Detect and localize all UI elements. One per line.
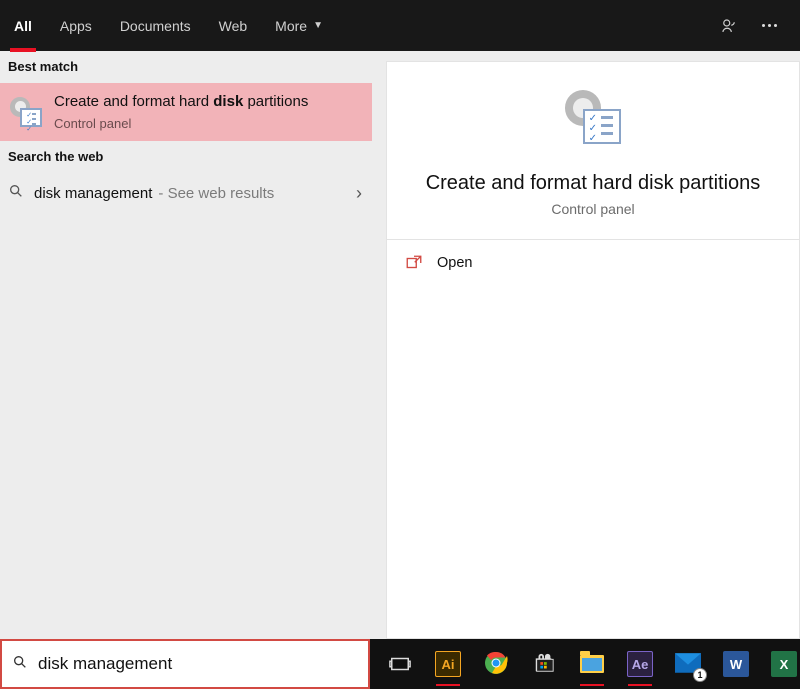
tab-label: All (14, 18, 32, 34)
preview-title: Create and format hard disk partitions (426, 172, 761, 195)
tab-label: Apps (60, 18, 92, 34)
tab-label: More (275, 18, 307, 34)
rewards-icon[interactable] (720, 17, 738, 35)
search-input[interactable] (38, 654, 358, 674)
illustrator-icon[interactable]: Ai (432, 648, 464, 680)
title-part: Create and format hard (54, 93, 213, 110)
search-box[interactable] (0, 639, 370, 689)
scope-tabs: All Apps Documents Web More ▼ (0, 0, 337, 51)
topbar-right (720, 17, 800, 35)
chevron-right-icon: › (356, 183, 362, 204)
chrome-icon[interactable] (480, 648, 512, 680)
search-icon (8, 183, 24, 204)
bottom-strip: Ai Ae 1 W X (0, 639, 800, 689)
web-result-text: disk management - See web results (34, 185, 346, 202)
title-bold: disk (213, 93, 243, 110)
best-match-result[interactable]: ✓✓✓ Create and format hard disk partitio… (0, 83, 372, 141)
disk-partitions-icon: ✓✓✓ (561, 90, 625, 154)
tab-label: Web (219, 18, 248, 34)
disk-partitions-icon: ✓✓✓ (6, 93, 44, 131)
mail-badge: 1 (693, 668, 707, 682)
tab-label: Documents (120, 18, 191, 34)
result-subtitle: Control panel (54, 116, 364, 131)
tab-all[interactable]: All (0, 0, 46, 51)
tab-more[interactable]: More ▼ (261, 0, 337, 51)
result-title: Create and format hard disk partitions (54, 93, 364, 112)
search-icon (12, 654, 28, 675)
results-pane: Best match ✓✓✓ Create and format hard di… (0, 51, 372, 639)
web-result[interactable]: disk management - See web results › (0, 173, 372, 214)
after-effects-icon[interactable]: Ae (624, 648, 656, 680)
pane-gap (372, 51, 386, 639)
preview-subtitle: Control panel (551, 201, 634, 217)
tab-web[interactable]: Web (205, 0, 262, 51)
search-the-web-header: Search the web (0, 141, 372, 173)
best-match-header: Best match (0, 51, 372, 83)
web-hint: - See web results (158, 185, 274, 202)
search-body: Best match ✓✓✓ Create and format hard di… (0, 51, 800, 639)
web-term: disk management (34, 185, 152, 202)
open-action[interactable]: Open (387, 240, 799, 286)
preview-actions: Open (386, 240, 800, 639)
tab-documents[interactable]: Documents (106, 0, 205, 51)
word-icon[interactable]: W (720, 648, 752, 680)
result-text: Create and format hard disk partitions C… (54, 93, 364, 131)
search-scope-bar: All Apps Documents Web More ▼ (0, 0, 800, 51)
preview-pane: ✓✓✓ Create and format hard disk partitio… (386, 51, 800, 639)
mail-icon[interactable]: 1 (672, 648, 704, 680)
chevron-down-icon: ▼ (313, 20, 323, 31)
more-options-icon[interactable] (760, 17, 778, 35)
open-icon (405, 254, 423, 272)
action-label: Open (437, 255, 472, 271)
preview-card: ✓✓✓ Create and format hard disk partitio… (386, 61, 800, 240)
store-icon[interactable] (528, 648, 560, 680)
title-part: partitions (243, 93, 308, 110)
excel-icon[interactable]: X (768, 648, 800, 680)
taskbar: Ai Ae 1 W X (370, 639, 800, 689)
task-view-icon[interactable] (384, 648, 416, 680)
tab-apps[interactable]: Apps (46, 0, 106, 51)
file-explorer-icon[interactable] (576, 648, 608, 680)
